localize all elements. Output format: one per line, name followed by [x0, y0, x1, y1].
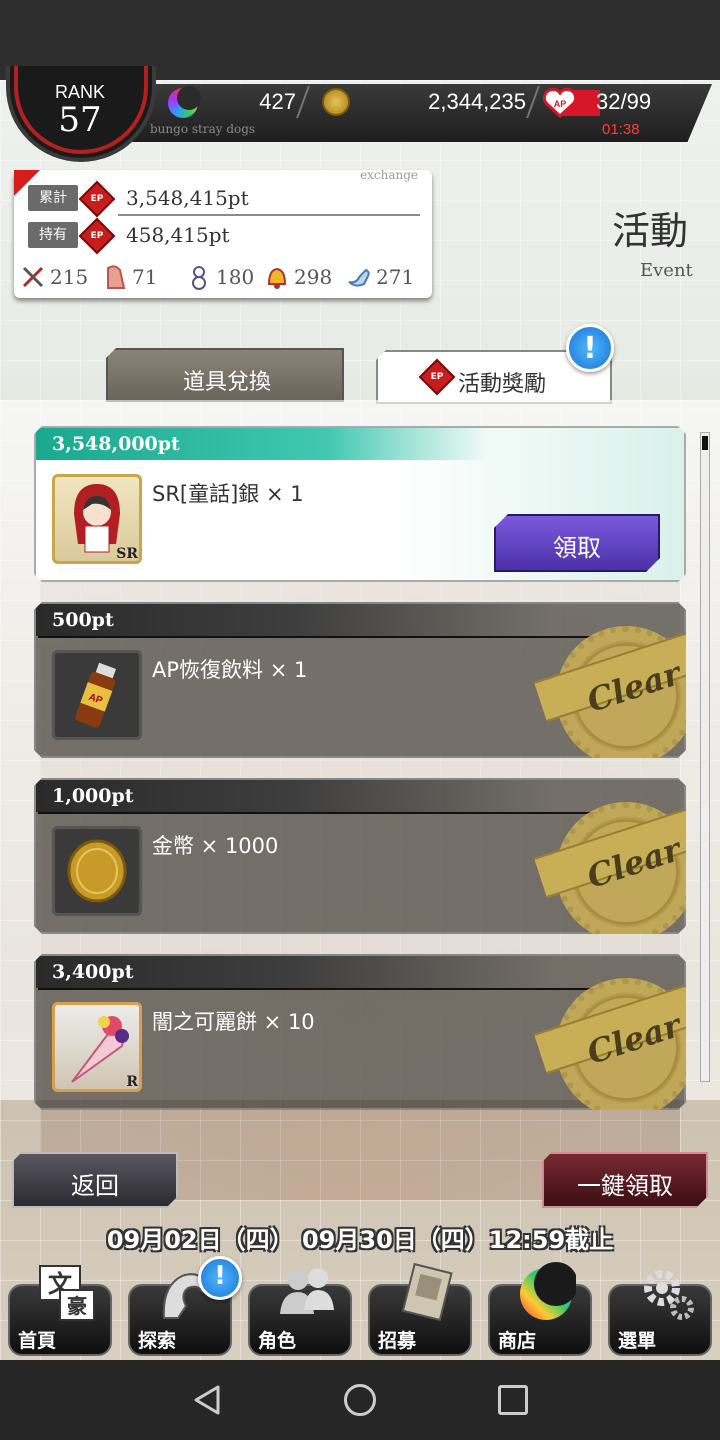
shop-icon	[520, 1262, 576, 1320]
reward-card: 1,000pt 金幣 × 1000 Clear	[34, 778, 686, 934]
moon-currency-count: 427	[259, 89, 296, 114]
reward-card: 3,400pt R 闇之可麗餅 × 10 Clear	[34, 954, 686, 1110]
clear-achievement-stamp: Clear	[534, 624, 686, 758]
menu-home[interactable]: 文豪 首頁	[8, 1262, 112, 1358]
stat-value: 180	[216, 265, 255, 289]
claim-label: 領取	[553, 534, 601, 562]
reward-points: 1,000pt	[52, 785, 134, 807]
svg-text:豪: 豪	[67, 1294, 87, 1318]
ap-heart-icon: AP	[542, 88, 578, 118]
bell-icon	[267, 267, 287, 289]
notification-badge-icon: !	[566, 324, 614, 372]
claim-button[interactable]: 領取	[494, 514, 660, 572]
divider	[38, 988, 598, 990]
menu-label: 招募	[378, 1330, 417, 1352]
ap-drink-icon: AP	[52, 650, 142, 740]
rank-value: 57	[58, 100, 102, 140]
reward-points: 3,400pt	[52, 961, 134, 983]
ep-icon-text: EP	[90, 194, 104, 204]
clear-achievement-stamp: Clear	[534, 800, 686, 934]
claim-all-label: 一鍵領取	[577, 1172, 673, 1200]
owned-label: 持有	[28, 222, 78, 248]
stat-value: 215	[50, 265, 89, 289]
notification-badge-icon: !	[198, 1256, 242, 1300]
ep-icon-text: EP	[90, 231, 104, 241]
menu-shop[interactable]: 商店	[488, 1262, 592, 1358]
exchange-label: exchange	[360, 168, 418, 182]
tab-label: 道具兌換	[182, 370, 271, 395]
nav-back-icon[interactable]	[192, 1384, 222, 1416]
reward-points: 3,548,000pt	[52, 433, 180, 455]
scrollbar-thumb[interactable]	[702, 436, 708, 450]
ap-count: 32/99	[596, 89, 652, 114]
glass-slipper-icon	[348, 268, 370, 287]
cloak-icon	[107, 265, 126, 289]
event-period: 09月02日（四） 09月30日（四）12:59截止	[106, 1226, 614, 1254]
bungo-logo-icon: 文豪	[39, 1265, 95, 1321]
snowman-icon	[192, 266, 206, 290]
rarity-tag: R	[126, 1074, 138, 1090]
owned-points: 458,415pt	[126, 223, 230, 247]
clear-achievement-stamp: Clear	[534, 976, 686, 1110]
menu-label: 商店	[498, 1330, 537, 1352]
claim-all-button[interactable]: 一鍵領取	[542, 1152, 708, 1208]
stat-value: 71	[132, 265, 158, 289]
menu-label: 選單	[618, 1330, 657, 1352]
reward-name: 闇之可麗餅 × 10	[152, 1010, 315, 1034]
menu-label: 角色	[258, 1330, 297, 1352]
sword-icon	[22, 266, 44, 288]
reward-card: 500pt AP AP恢復飲料 × 1 Clear	[34, 602, 686, 758]
gear-icon	[644, 1270, 694, 1320]
recruit-icon	[401, 1262, 453, 1322]
characters-icon	[280, 1268, 334, 1314]
back-label: 返回	[71, 1172, 119, 1200]
menu-label: 探索	[138, 1330, 177, 1352]
ap-icon-text: AP	[554, 99, 567, 109]
nav-recents-icon[interactable]	[498, 1385, 528, 1415]
gold-coin-icon	[52, 826, 142, 916]
stat-value: 271	[376, 265, 415, 289]
ap-timer: 01:38	[602, 121, 640, 138]
divider	[38, 812, 598, 814]
page-title: 活動	[612, 209, 689, 253]
reward-item-thumbnail[interactable]: R	[52, 1002, 142, 1092]
total-label: 累計	[28, 185, 78, 211]
reward-name: SR[童話]銀 × 1	[152, 482, 304, 506]
menu-recruit[interactable]: 招募	[368, 1262, 472, 1358]
divider	[118, 214, 420, 216]
reward-item-thumbnail[interactable]	[52, 826, 142, 916]
ep-icon: EP	[418, 358, 456, 396]
nav-home-icon[interactable]	[344, 1384, 376, 1416]
menu-label: 首頁	[18, 1330, 57, 1352]
reward-name: AP恢復飲料 × 1	[152, 658, 308, 682]
reward-item-thumbnail[interactable]: AP	[52, 650, 142, 740]
coin-count: 2,344,235	[428, 89, 526, 114]
page-subtitle: Event	[640, 260, 693, 281]
reward-card-thumbnail[interactable]: SR	[52, 474, 142, 564]
total-points: 3,548,415pt	[126, 186, 249, 210]
rarity-tag: SR	[116, 546, 138, 562]
reward-name: 金幣 × 1000	[152, 834, 279, 858]
reward-list[interactable]: 3,548,000pt SR SR[童話]銀 × 1 領取 500pt AP A…	[0, 400, 720, 1100]
menu-options[interactable]: 選單	[608, 1262, 712, 1358]
stat-value: 298	[294, 265, 333, 289]
moon-currency-icon	[168, 86, 201, 118]
back-button[interactable]: 返回	[12, 1152, 178, 1208]
game-subtitle: bungo stray dogs	[150, 122, 256, 136]
coin-icon	[322, 88, 350, 116]
tab-label: 活動獎勵	[458, 372, 547, 397]
scrollbar[interactable]	[700, 432, 710, 1082]
menu-characters[interactable]: 角色	[248, 1262, 352, 1358]
reward-points-header: 3,548,000pt	[36, 428, 684, 460]
tab-item-exchange[interactable]: 道具兌換	[106, 348, 344, 402]
ep-icon-text: EP	[430, 372, 444, 382]
reward-points: 500pt	[52, 609, 114, 631]
divider	[38, 636, 598, 638]
reward-card: 3,548,000pt SR SR[童話]銀 × 1 領取	[34, 426, 686, 582]
